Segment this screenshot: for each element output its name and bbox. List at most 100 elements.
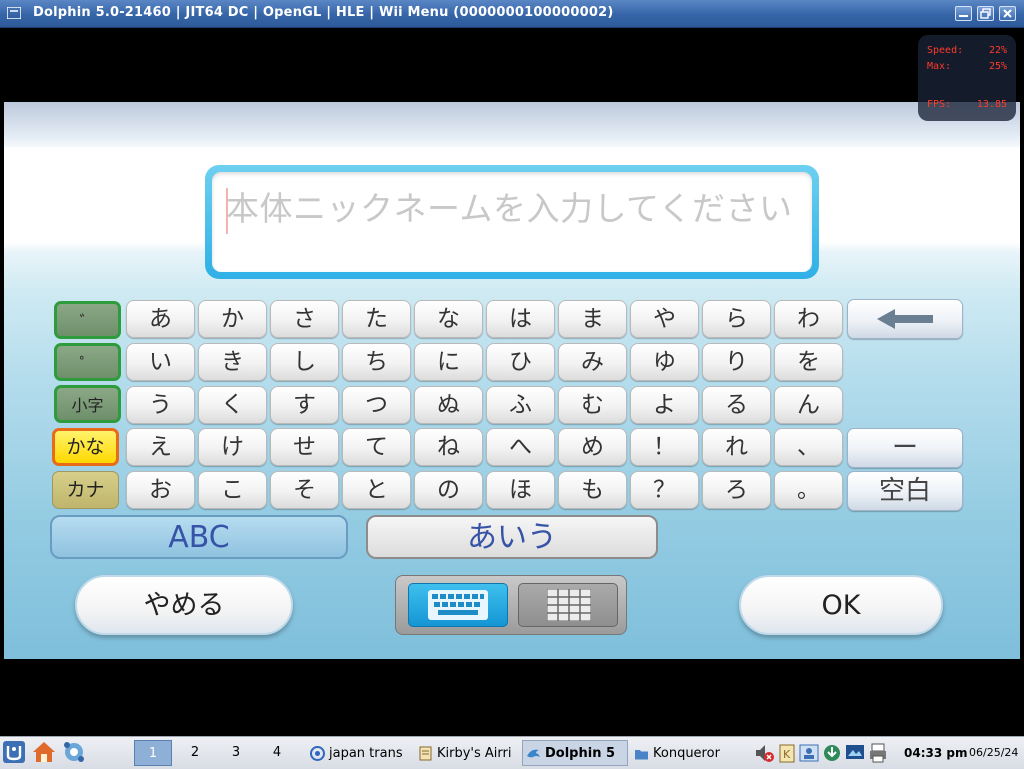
taskbar: 1 2 3 4 japan trans Kirby's Airri Dolphi…: [0, 736, 1024, 769]
window-title-bar[interactable]: Dolphin 5.0-21460 | JIT64 DC | OpenGL | …: [0, 0, 1024, 28]
kana-key[interactable]: 、: [774, 428, 843, 466]
task-label: Dolphin 5: [545, 746, 616, 761]
handakuten-key[interactable]: ゜: [54, 343, 121, 381]
task-kirby[interactable]: Kirby's Airri: [414, 740, 520, 766]
clock[interactable]: 04:33 pm: [904, 746, 967, 760]
kana-key[interactable]: わ: [774, 300, 843, 338]
kana-key[interactable]: ひ: [486, 343, 555, 381]
kana-key[interactable]: を: [774, 343, 843, 381]
kana-key[interactable]: へ: [486, 428, 555, 466]
minimize-button[interactable]: [955, 6, 972, 21]
kana-key[interactable]: あ: [126, 300, 195, 338]
kana-key[interactable]: り: [702, 343, 771, 381]
window-menu-icon[interactable]: [7, 7, 21, 19]
kana-key[interactable]: ろ: [702, 471, 771, 509]
kana-key[interactable]: む: [558, 386, 627, 424]
kana-key[interactable]: け: [198, 428, 267, 466]
kana-key[interactable]: ゆ: [630, 343, 699, 381]
tray-item-5[interactable]: [845, 742, 865, 764]
cancel-button[interactable]: やめる: [75, 575, 293, 635]
network-button[interactable]: [62, 740, 88, 766]
network-icon: [64, 742, 84, 762]
maximize-button[interactable]: [977, 6, 994, 21]
dakuten-key[interactable]: ゛: [54, 301, 121, 339]
katakana-key[interactable]: カナ: [52, 471, 119, 509]
kana-key[interactable]: ほ: [486, 471, 555, 509]
kana-key[interactable]: ？: [630, 471, 699, 509]
kana-key[interactable]: は: [486, 300, 555, 338]
dakuten-label: ゛: [79, 312, 96, 331]
kana-key[interactable]: し: [270, 343, 339, 381]
kana-key[interactable]: う: [126, 386, 195, 424]
nickname-input[interactable]: 本体ニックネームを入力してください: [212, 172, 812, 272]
kana-key[interactable]: い: [126, 343, 195, 381]
kana-key[interactable]: え: [126, 428, 195, 466]
kana-key[interactable]: ふ: [486, 386, 555, 424]
kana-key[interactable]: ね: [414, 428, 483, 466]
desktop-2[interactable]: 2: [176, 740, 214, 766]
kana-key[interactable]: す: [270, 386, 339, 424]
kana-key[interactable]: ま: [558, 300, 627, 338]
kana-key[interactable]: つ: [342, 386, 411, 424]
kana-key[interactable]: よ: [630, 386, 699, 424]
grid-icon: [547, 589, 591, 621]
tray-item-6[interactable]: [868, 742, 888, 764]
space-key[interactable]: 空白: [847, 471, 963, 511]
kana-key[interactable]: く: [198, 386, 267, 424]
kana-key[interactable]: き: [198, 343, 267, 381]
home-button[interactable]: [32, 740, 58, 766]
left-arrow-icon: [877, 309, 933, 329]
speed-value: 22%: [988, 45, 1007, 56]
hiragana-mode-button[interactable]: あいう: [366, 515, 658, 559]
kana-key[interactable]: た: [342, 300, 411, 338]
fps-label: FPS:: [927, 99, 952, 110]
small-char-key[interactable]: 小字: [54, 385, 121, 423]
hiragana-key[interactable]: かな: [52, 428, 119, 466]
tray-item-2[interactable]: K: [777, 742, 797, 764]
close-button[interactable]: [999, 6, 1016, 21]
kana-key[interactable]: こ: [198, 471, 267, 509]
ok-button[interactable]: OK: [739, 575, 943, 635]
keyboard-layout-button[interactable]: [408, 583, 508, 627]
kana-key[interactable]: め: [558, 428, 627, 466]
abc-mode-button[interactable]: ABC: [50, 515, 348, 559]
kana-key[interactable]: せ: [270, 428, 339, 466]
kana-key[interactable]: ん: [774, 386, 843, 424]
desktop-1[interactable]: 1: [134, 740, 172, 766]
backspace-key[interactable]: [847, 299, 963, 339]
task-dolphin[interactable]: Dolphin 5: [522, 740, 628, 766]
kana-key[interactable]: に: [414, 343, 483, 381]
task-konqueror[interactable]: Konqueror: [630, 740, 736, 766]
task-label: Kirby's Airri: [437, 746, 512, 761]
kana-key[interactable]: て: [342, 428, 411, 466]
start-menu-button[interactable]: [2, 740, 28, 766]
kana-key[interactable]: な: [414, 300, 483, 338]
long-vowel-key[interactable]: ー: [847, 428, 963, 468]
kana-key[interactable]: る: [702, 386, 771, 424]
kana-key[interactable]: も: [558, 471, 627, 509]
date[interactable]: 06/25/24: [969, 746, 1018, 759]
kana-key[interactable]: 。: [774, 471, 843, 509]
kana-key[interactable]: ち: [342, 343, 411, 381]
kana-key[interactable]: の: [414, 471, 483, 509]
kana-key[interactable]: さ: [270, 300, 339, 338]
kana-key[interactable]: そ: [270, 471, 339, 509]
kana-key[interactable]: れ: [702, 428, 771, 466]
tray-item-3[interactable]: [799, 742, 819, 764]
desktop-3[interactable]: 3: [217, 740, 255, 766]
nickname-input-frame[interactable]: 本体ニックネームを入力してください: [205, 165, 819, 279]
grid-layout-button[interactable]: [518, 583, 618, 627]
kana-key[interactable]: か: [198, 300, 267, 338]
kana-key[interactable]: み: [558, 343, 627, 381]
kana-key[interactable]: や: [630, 300, 699, 338]
desktop-4[interactable]: 4: [258, 740, 296, 766]
kana-key[interactable]: ら: [702, 300, 771, 338]
tray-item-4[interactable]: [822, 742, 842, 764]
emulator-render-area[interactable]: 本体ニックネームを入力してください ゛ ゜ 小字 かな カナ ー 空白 ABC …: [4, 28, 1020, 736]
kana-key[interactable]: ぬ: [414, 386, 483, 424]
tray-item-1[interactable]: [754, 742, 774, 764]
task-japan-translate[interactable]: japan trans: [306, 740, 412, 766]
kana-key[interactable]: お: [126, 471, 195, 509]
kana-key[interactable]: ！: [630, 428, 699, 466]
kana-key[interactable]: と: [342, 471, 411, 509]
